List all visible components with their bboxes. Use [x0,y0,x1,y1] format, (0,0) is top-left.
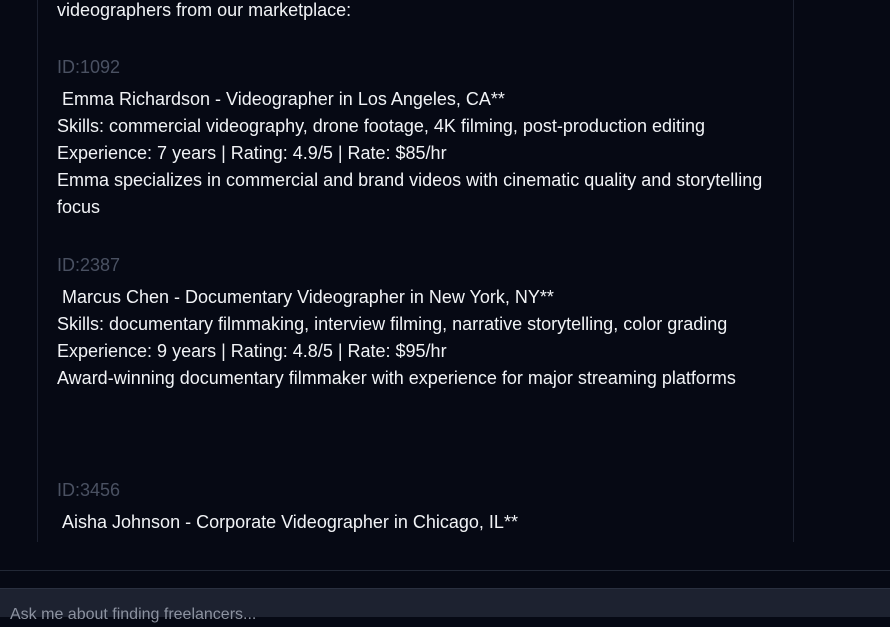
listing-name: Emma Richardson - Videographer in Los An… [62,89,505,109]
listing-id: ID:1092 [57,57,121,77]
listing-name: Marcus Chen - Documentary Videographer i… [62,287,554,307]
listing-bio: Award-winning documentary filmmaker with… [57,368,736,388]
chat-panel: videographers from our marketplace: ID:1… [37,0,794,542]
listing-id: ID:3456 [57,480,121,500]
listing-stats: Experience: 9 years | Rating: 4.8/5 | Ra… [57,341,447,361]
freelancer-listing: ID:3456 Aisha Johnson - Corporate Videog… [57,477,777,536]
listing-name: Aisha Johnson - Corporate Videographer i… [62,512,518,532]
freelancer-listing: ID:1092 Emma Richardson - Videographer i… [57,54,777,221]
divider [0,570,890,571]
chat-input[interactable] [10,603,870,627]
listing-skills: Skills: documentary filmmaking, intervie… [57,314,728,334]
listing-stats: Experience: 7 years | Rating: 4.9/5 | Ra… [57,143,447,163]
listing-id: ID:2387 [57,255,121,275]
chat-input-bar [0,588,890,627]
listing-bio: Emma specializes in commercial and brand… [57,170,763,217]
freelancer-listing: ID:2387 Marcus Chen - Documentary Videog… [57,252,777,392]
listing-skills: Skills: commercial videography, drone fo… [57,116,705,136]
intro-text: videographers from our marketplace: [57,0,352,20]
